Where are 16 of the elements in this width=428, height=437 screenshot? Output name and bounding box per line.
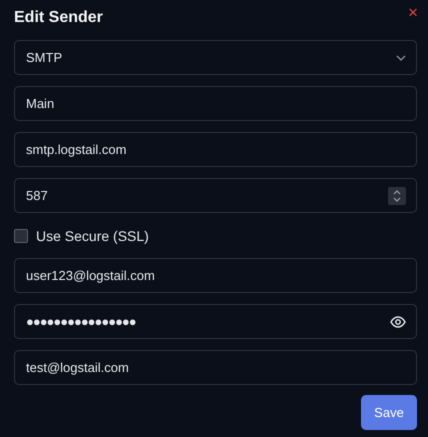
number-field[interactable]: 587: [14, 178, 417, 213]
chevron-down-icon: [396, 54, 406, 60]
checkbox-label: Use Secure (SSL): [36, 228, 149, 244]
checkbox[interactable]: [14, 228, 28, 242]
stepper-arrows-icon: [393, 190, 401, 202]
input-field[interactable]: test@logstail.com: [14, 350, 417, 385]
eye-icon[interactable]: [390, 316, 406, 328]
input-field[interactable]: smtp.logstail.com: [14, 132, 417, 167]
spinner-icon[interactable]: [388, 186, 406, 204]
input-field[interactable]: Main: [14, 86, 417, 121]
save-button[interactable]: Save: [361, 395, 417, 430]
close-button[interactable]: ×: [406, 4, 420, 22]
select-field[interactable]: SMTP: [14, 40, 417, 75]
dialog-title: Edit Sender: [14, 8, 103, 28]
input-field[interactable]: user123@logstail.com: [14, 258, 417, 293]
password-field[interactable]: ●●●●●●●●●●●●●●●●: [14, 304, 417, 339]
